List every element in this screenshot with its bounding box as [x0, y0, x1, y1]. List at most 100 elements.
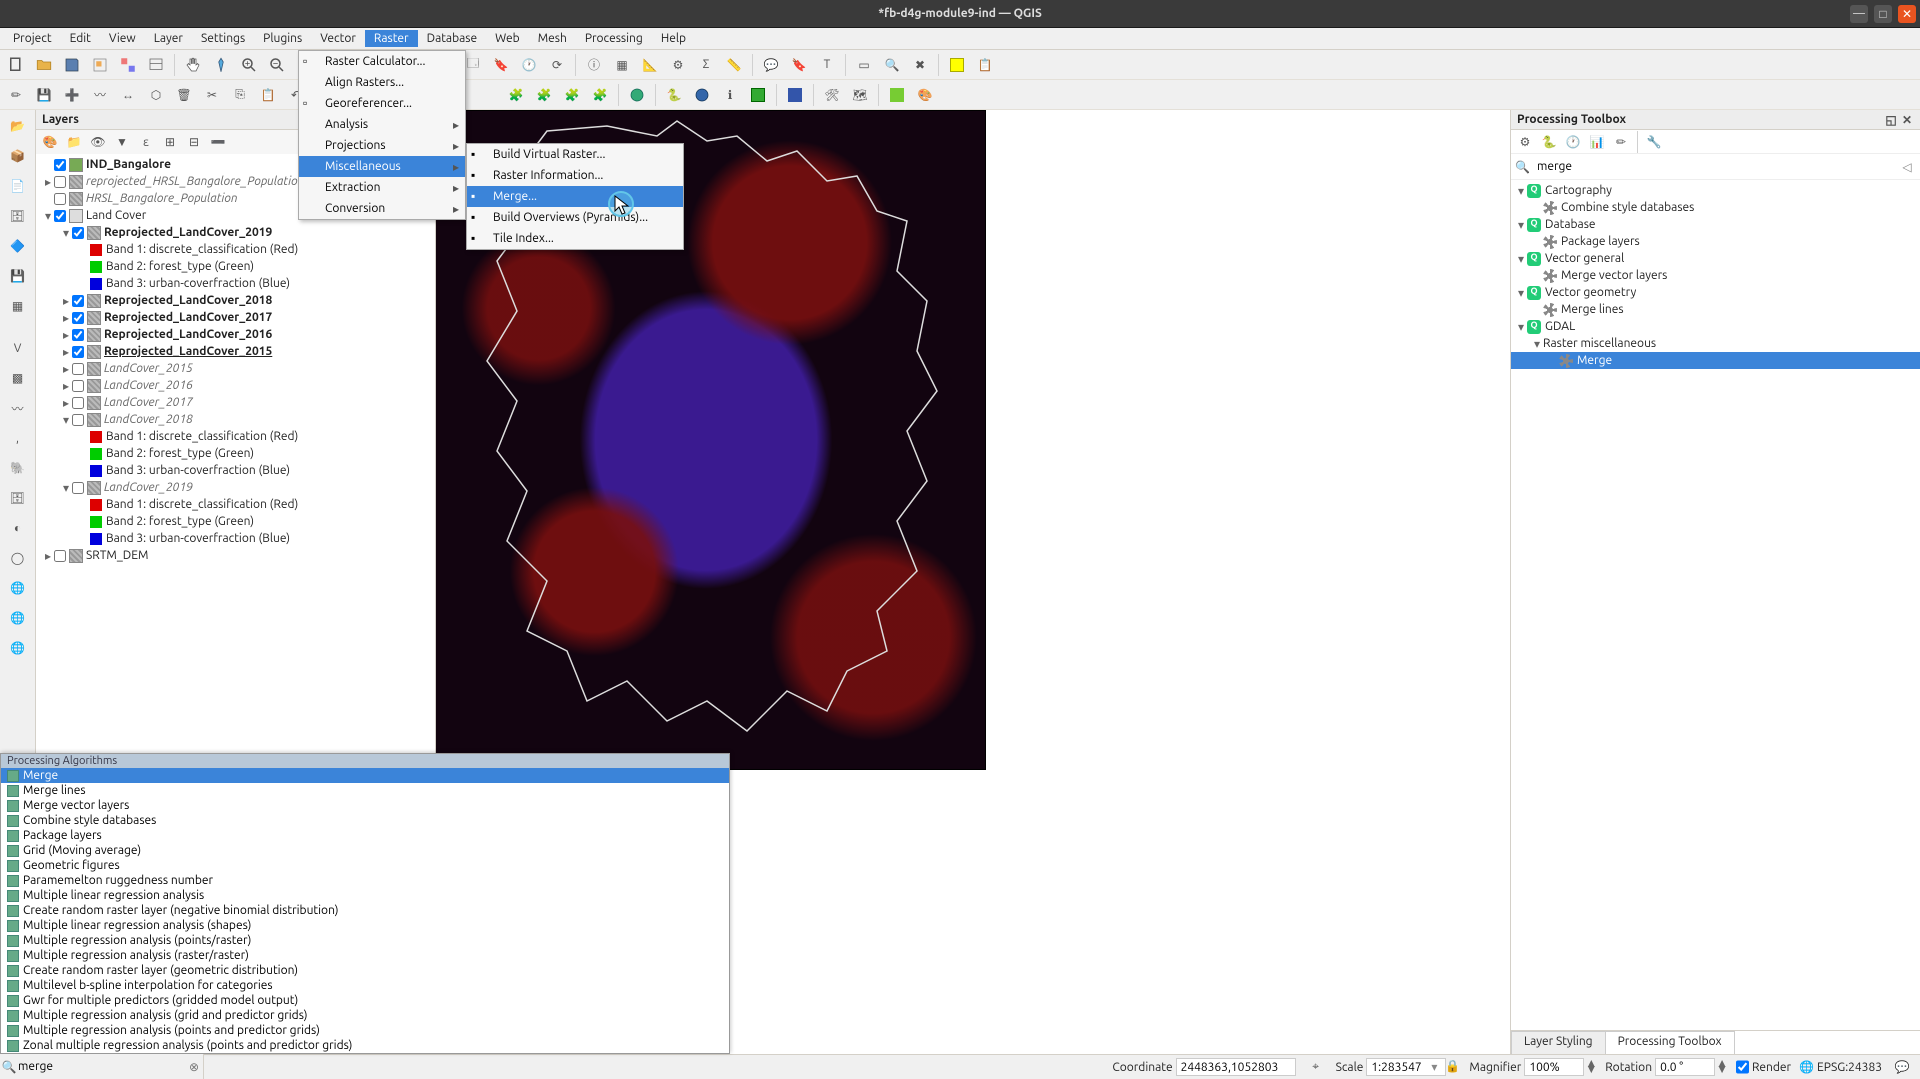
deselect-button[interactable]: ✖	[908, 53, 932, 77]
temporal-button[interactable]: 🕐	[517, 53, 541, 77]
layer-visibility-checkbox[interactable]	[72, 397, 84, 409]
locator-result[interactable]: Package layers	[1, 828, 729, 843]
expand-toggle[interactable]: ▾	[60, 481, 72, 495]
menu-mesh[interactable]: Mesh	[529, 30, 576, 47]
plugin-6-button[interactable]	[690, 83, 714, 107]
locator-result[interactable]: Zonal multiple regression analysis (poin…	[1, 1038, 729, 1053]
expand-toggle[interactable]: ▾	[42, 209, 54, 223]
locator-result[interactable]: Create random raster layer (geometric di…	[1, 963, 729, 978]
stats-button[interactable]: Σ	[694, 53, 718, 77]
add-oracle-button[interactable]: ◯	[4, 544, 32, 572]
zoom-out-button[interactable]	[265, 53, 289, 77]
menu-edit[interactable]: Edit	[61, 30, 100, 47]
menu-plugins[interactable]: Plugins	[254, 30, 311, 47]
layer-visibility-checkbox[interactable]	[72, 312, 84, 324]
paste-features-button[interactable]: 📋	[973, 53, 997, 77]
locator-clear-button[interactable]: ⊗	[185, 1060, 203, 1074]
plugin-4-button[interactable]: 🧩	[588, 83, 612, 107]
zoom-in-button[interactable]	[237, 53, 261, 77]
filter-legend-button[interactable]: ▼	[112, 132, 132, 152]
raster-menu-miscellaneous[interactable]: Miscellaneous▸	[299, 156, 465, 177]
paste-features-2-button[interactable]: 📋	[256, 83, 280, 107]
menu-vector[interactable]: Vector	[311, 30, 365, 47]
panel-float-button[interactable]: ◱	[1884, 113, 1898, 127]
toolbox-row[interactable]: Merge lines	[1511, 301, 1920, 318]
toolbox-row[interactable]: Merge vector layers	[1511, 267, 1920, 284]
layer-visibility-checkbox[interactable]	[72, 295, 84, 307]
panel-close-button[interactable]: ✕	[1900, 113, 1914, 127]
add-delimited-button[interactable]: ,	[4, 424, 32, 452]
open-project-button[interactable]	[32, 53, 56, 77]
toolbox-row[interactable]: ▾QVector general	[1511, 250, 1920, 267]
layer-row[interactable]: ▸Reprojected_LandCover_2015	[36, 343, 435, 360]
copy-features-button[interactable]: ⎘	[228, 83, 252, 107]
misc-menu-merge-[interactable]: ▪Merge...	[467, 186, 683, 207]
add-vector-button[interactable]: V	[4, 334, 32, 362]
expand-toggle[interactable]: ▸	[60, 379, 72, 393]
render-checkbox[interactable]	[1736, 1058, 1749, 1076]
clear-search-button[interactable]: ◁	[1898, 160, 1916, 174]
rotation-input[interactable]	[1655, 1058, 1715, 1076]
layer-visibility-checkbox[interactable]	[54, 550, 66, 562]
raster-menu-conversion[interactable]: Conversion▸	[299, 198, 465, 219]
remove-layer-button[interactable]: ➖	[208, 132, 228, 152]
add-group-button[interactable]: 📁	[64, 132, 84, 152]
crs-button[interactable]: 🌐 EPSG:24383	[1799, 1060, 1882, 1074]
misc-menu-build-virtual-raster-[interactable]: ▪Build Virtual Raster...	[467, 144, 683, 165]
toolbox-row[interactable]: Merge	[1511, 352, 1920, 369]
layer-row[interactable]: Band 3: urban-coverfraction (Blue)	[36, 275, 435, 292]
plugin-3-button[interactable]: 🧩	[560, 83, 584, 107]
add-raster-button[interactable]: ▩	[4, 364, 32, 392]
move-feature-button[interactable]: ↔	[116, 83, 140, 107]
semi-auto-class-button[interactable]: 🎨	[913, 83, 937, 107]
layer-visibility-checkbox[interactable]	[72, 346, 84, 358]
plugin-8-button[interactable]	[746, 83, 770, 107]
measure-button[interactable]: 📏	[722, 53, 746, 77]
menu-raster[interactable]: Raster	[365, 30, 418, 47]
toolbox-results-button[interactable]: 📊	[1587, 132, 1607, 152]
manage-visibility-button[interactable]: 👁	[88, 132, 108, 152]
locator-result[interactable]: Create random raster layer (negative bin…	[1, 903, 729, 918]
layer-row[interactable]: ▸Reprojected_LandCover_2016	[36, 326, 435, 343]
new-project-button[interactable]	[4, 53, 28, 77]
pan-to-selection-button[interactable]	[209, 53, 233, 77]
expand-all-button[interactable]: ⊞	[160, 132, 180, 152]
locator-result[interactable]: Paramemelton ruggedness number	[1, 873, 729, 888]
data-source-manager-button[interactable]: 📂	[4, 112, 32, 140]
menu-view[interactable]: View	[100, 30, 145, 47]
locator-result[interactable]: Merge vector layers	[1, 798, 729, 813]
layer-row[interactable]: ▸Reprojected_LandCover_2017	[36, 309, 435, 326]
coordinate-input[interactable]	[1176, 1058, 1296, 1076]
plugin-9-button[interactable]	[783, 83, 807, 107]
new-mesh-button[interactable]: ▦	[4, 292, 32, 320]
layer-visibility-checkbox[interactable]	[54, 210, 66, 222]
locator-result[interactable]: Merge	[1, 768, 729, 783]
new-bookmark-button[interactable]: 🔖	[489, 53, 513, 77]
edit-toggle-button[interactable]: ✏	[4, 83, 28, 107]
text-annotation-button[interactable]: T	[815, 53, 839, 77]
expand-toggle[interactable]: ▾	[60, 226, 72, 240]
new-print-layout-button[interactable]	[88, 53, 112, 77]
select-features-button[interactable]: ▭	[852, 53, 876, 77]
new-spatialite-button[interactable]: 🗄	[4, 202, 32, 230]
layer-row[interactable]: ▸LandCover_2015	[36, 360, 435, 377]
expand-toggle[interactable]: ▸	[60, 362, 72, 376]
locator-result[interactable]: Multilevel b-spline interpolation for ca…	[1, 978, 729, 993]
locator-result[interactable]: Grid (Moving average)	[1, 843, 729, 858]
toolbox-script-button[interactable]: 🐍	[1539, 132, 1559, 152]
locator-result[interactable]: Multiple regression analysis (points/ras…	[1, 933, 729, 948]
layer-visibility-checkbox[interactable]	[72, 329, 84, 341]
plugin-10-button[interactable]: 🛠	[820, 83, 844, 107]
open-attribute-table-button[interactable]: ▦	[610, 53, 634, 77]
plugin-7-button[interactable]: ℹ	[718, 83, 742, 107]
new-geopackage-button[interactable]: 📦	[4, 142, 32, 170]
locator-result[interactable]: Merge lines	[1, 783, 729, 798]
toolbox-row[interactable]: ▾QDatabase	[1511, 216, 1920, 233]
menu-settings[interactable]: Settings	[192, 30, 254, 47]
layer-row[interactable]: Band 2: forest_type (Green)	[36, 513, 435, 530]
plugin-5-button[interactable]: 🐍	[662, 83, 686, 107]
locator-result[interactable]: Geometric figures	[1, 858, 729, 873]
toolbox-model-button[interactable]: ⚙	[1515, 132, 1535, 152]
expand-toggle[interactable]: ▾	[1515, 252, 1527, 266]
tab-processing-toolbox[interactable]: Processing Toolbox	[1605, 1031, 1735, 1054]
